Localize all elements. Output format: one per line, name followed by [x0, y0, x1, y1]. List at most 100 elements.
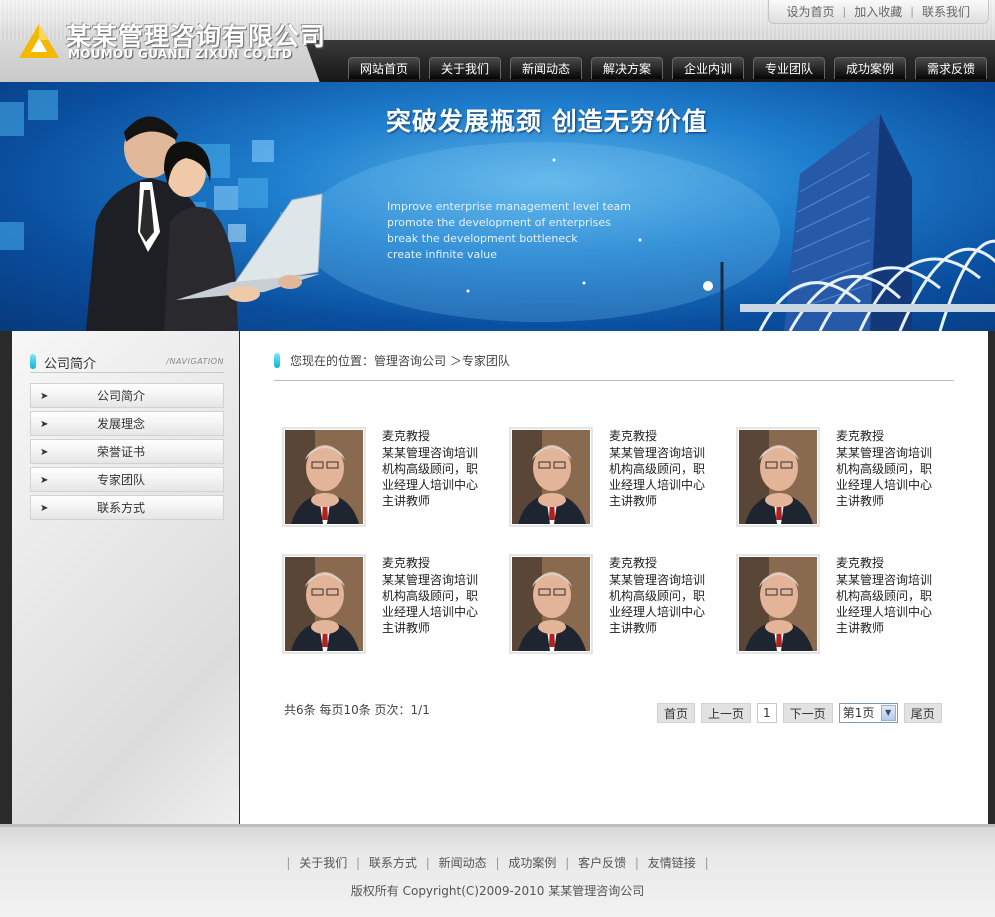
separator: |	[356, 856, 361, 870]
expert-desc: 某某管理咨询培训机构高级顾问，职业经理人培训中心主讲教师	[382, 573, 479, 635]
sidebar-title: 公司简介	[44, 357, 97, 372]
logo-triangle-icon	[19, 24, 59, 58]
title-marker-icon	[30, 354, 36, 369]
copyright-text: 版权所有 Copyright(C)2009-2010 某某管理咨询公司	[350, 884, 645, 898]
separator: |	[704, 856, 709, 870]
expert-photo[interactable]	[282, 427, 366, 527]
nav-item-solutions[interactable]: 解决方案	[591, 57, 663, 79]
sidebar-item-label: 联系方式	[97, 501, 146, 515]
footer-link-news[interactable]: 新闻动态	[439, 856, 487, 870]
add-favorite-link[interactable]: 加入收藏	[846, 3, 910, 20]
banner-headline: 突破发展瓶颈 创造无穷价值	[386, 107, 708, 136]
expert-card[interactable]: 麦克教授 某某管理咨询培训机构高级顾问，职业经理人培训中心主讲教师	[736, 554, 946, 664]
first-page-button[interactable]: 首页	[657, 703, 696, 723]
chevron-right-icon: ➤	[40, 475, 49, 486]
content-panel: 您现在的位置：管理咨询公司 ＞专家团队 麦克教授 某某管理咨询培训机构高级顾问，…	[240, 331, 988, 824]
sidebar-item-philosophy[interactable]: ➤ 发展理念	[30, 411, 224, 436]
expert-desc: 某某管理咨询培训机构高级顾问，职业经理人培训中心主讲教师	[609, 573, 706, 635]
nav-item-news[interactable]: 新闻动态	[510, 57, 582, 79]
portrait-image	[739, 557, 817, 651]
expert-name[interactable]: 麦克教授	[382, 554, 430, 571]
footer-link-feedback[interactable]: 客户反馈	[578, 856, 626, 870]
top-utility-bar: 设为首页 | 加入收藏 | 联系我们	[767, 0, 989, 24]
chevron-right-icon: ➤	[40, 447, 49, 458]
footer-link-cases[interactable]: 成功案例	[508, 856, 556, 870]
page-select[interactable]: 第1页 ▼	[838, 703, 898, 723]
expert-photo[interactable]	[736, 427, 820, 527]
sidebar-item-label: 发展理念	[97, 417, 146, 431]
logo-title-en: MOUMOU GUANLI ZIXUN CO,LTD	[68, 47, 293, 61]
pagination-summary: 共6条 每页10条 页次：1/1	[284, 703, 430, 717]
separator: |	[286, 856, 291, 870]
sidebar-item-label: 专家团队	[97, 473, 146, 487]
chevron-down-icon[interactable]: ▼	[880, 705, 896, 721]
portrait-image	[512, 557, 590, 651]
prev-page-button[interactable]: 上一页	[701, 703, 752, 723]
expert-card[interactable]: 麦克教授 某某管理咨询培训机构高级顾问，职业经理人培训中心主讲教师	[509, 427, 719, 537]
footer-links: | 关于我们 | 联系方式 | 新闻动态 | 成功案例 | 客户反馈 | 友情链…	[0, 854, 995, 871]
separator: |	[565, 856, 570, 870]
chevron-right-icon: ➤	[40, 419, 49, 430]
expert-desc: 某某管理咨询培训机构高级顾问，职业经理人培训中心主讲教师	[836, 573, 933, 635]
expert-card[interactable]: 麦克教授 某某管理咨询培训机构高级顾问，职业经理人培训中心主讲教师	[509, 554, 719, 664]
expert-photo[interactable]	[282, 554, 366, 654]
contact-us-link[interactable]: 联系我们	[914, 3, 978, 20]
site-footer: | 关于我们 | 联系方式 | 新闻动态 | 成功案例 | 客户反馈 | 友情链…	[0, 824, 995, 917]
sidebar-item-expert-team[interactable]: ➤ 专家团队	[30, 467, 224, 492]
expert-name[interactable]: 麦克教授	[609, 427, 657, 444]
portrait-image	[285, 557, 363, 651]
nav-item-about[interactable]: 关于我们	[429, 57, 501, 79]
next-page-button[interactable]: 下一页	[782, 703, 833, 723]
breadcrumb-bar: 您现在的位置：管理咨询公司 ＞专家团队	[274, 349, 954, 381]
current-page-number: 1	[757, 703, 777, 723]
main-area: 公司简介 /NAVIGATION ➤ 公司简介 ➤ 发展理念 ➤ 荣誉证书 ➤ 专家团队…	[0, 331, 995, 824]
expert-photo[interactable]	[509, 427, 593, 527]
portrait-image	[739, 430, 817, 524]
hero-banner: 突破发展瓶颈 创造无穷价值 Improve enterprise managem…	[0, 82, 995, 331]
expert-card[interactable]: 麦克教授 某某管理咨询培训机构高级顾问，职业经理人培训中心主讲教师	[282, 427, 492, 537]
footer-link-about[interactable]: 关于我们	[299, 856, 347, 870]
expert-card[interactable]: 麦克教授 某某管理咨询培训机构高级顾问，职业经理人培训中心主讲教师	[282, 554, 492, 664]
footer-link-contact[interactable]: 联系方式	[369, 856, 417, 870]
nav-item-cases[interactable]: 成功案例	[834, 57, 906, 79]
banner-sub-line: break the development bottleneck	[387, 232, 578, 245]
sidebar-item-label: 公司简介	[97, 389, 146, 403]
sidebar-item-contact[interactable]: ➤ 联系方式	[30, 495, 224, 520]
expert-name[interactable]: 麦克教授	[836, 554, 884, 571]
expert-name[interactable]: 麦克教授	[836, 427, 884, 444]
banner-sub-line: promote the development of enterprises	[387, 216, 611, 229]
chevron-right-icon: ➤	[40, 391, 49, 402]
sidebar: 公司简介 /NAVIGATION ➤ 公司简介 ➤ 发展理念 ➤ 荣誉证书 ➤ 专家团队…	[12, 331, 239, 824]
sidebar-item-company-intro[interactable]: ➤ 公司简介	[30, 383, 224, 408]
page-select-value: 第1页	[842, 706, 875, 720]
nav-item-home[interactable]: 网站首页	[348, 57, 420, 79]
title-marker-icon	[274, 353, 280, 368]
main-nav: 网站首页 关于我们 新闻动态 解决方案 企业内训 专业团队 成功案例 需求反馈	[348, 57, 987, 79]
expert-name[interactable]: 麦克教授	[609, 554, 657, 571]
expert-desc: 某某管理咨询培训机构高级顾问，职业经理人培训中心主讲教师	[609, 446, 706, 508]
footer-link-friends[interactable]: 友情链接	[648, 856, 696, 870]
sidebar-item-label: 荣誉证书	[97, 445, 146, 459]
site-header: 某某管理咨询有限公司 MOUMOU GUANLI ZIXUN CO,LTD 设为…	[0, 0, 995, 82]
portrait-image	[285, 430, 363, 524]
sidebar-item-certificates[interactable]: ➤ 荣誉证书	[30, 439, 224, 464]
expert-photo[interactable]	[736, 554, 820, 654]
separator: |	[634, 856, 639, 870]
expert-card[interactable]: 麦克教授 某某管理咨询培训机构高级顾问，职业经理人培训中心主讲教师	[736, 427, 946, 537]
nav-item-training[interactable]: 企业内训	[672, 57, 744, 79]
nav-item-team[interactable]: 专业团队	[753, 57, 825, 79]
banner-sub-line: create infinite value	[387, 248, 498, 261]
portrait-image	[512, 430, 590, 524]
expert-desc: 某某管理咨询培训机构高级顾问，职业经理人培训中心主讲教师	[836, 446, 933, 508]
expert-name[interactable]: 麦克教授	[382, 427, 430, 444]
expert-photo[interactable]	[509, 554, 593, 654]
separator: |	[495, 856, 500, 870]
sidebar-header: 公司简介 /NAVIGATION	[30, 351, 224, 373]
chevron-right-icon: ➤	[40, 503, 49, 514]
sidebar-nav-tag: /NAVIGATION	[166, 357, 224, 366]
set-homepage-link[interactable]: 设为首页	[779, 3, 843, 20]
sidebar-menu: ➤ 公司简介 ➤ 发展理念 ➤ 荣誉证书 ➤ 专家团队 ➤ 联系方式	[30, 383, 224, 523]
nav-item-feedback[interactable]: 需求反馈	[915, 57, 987, 79]
last-page-button[interactable]: 尾页	[903, 703, 942, 723]
pagination: 首页 上一页 1 下一页 第1页 ▼ 尾页	[657, 703, 942, 723]
